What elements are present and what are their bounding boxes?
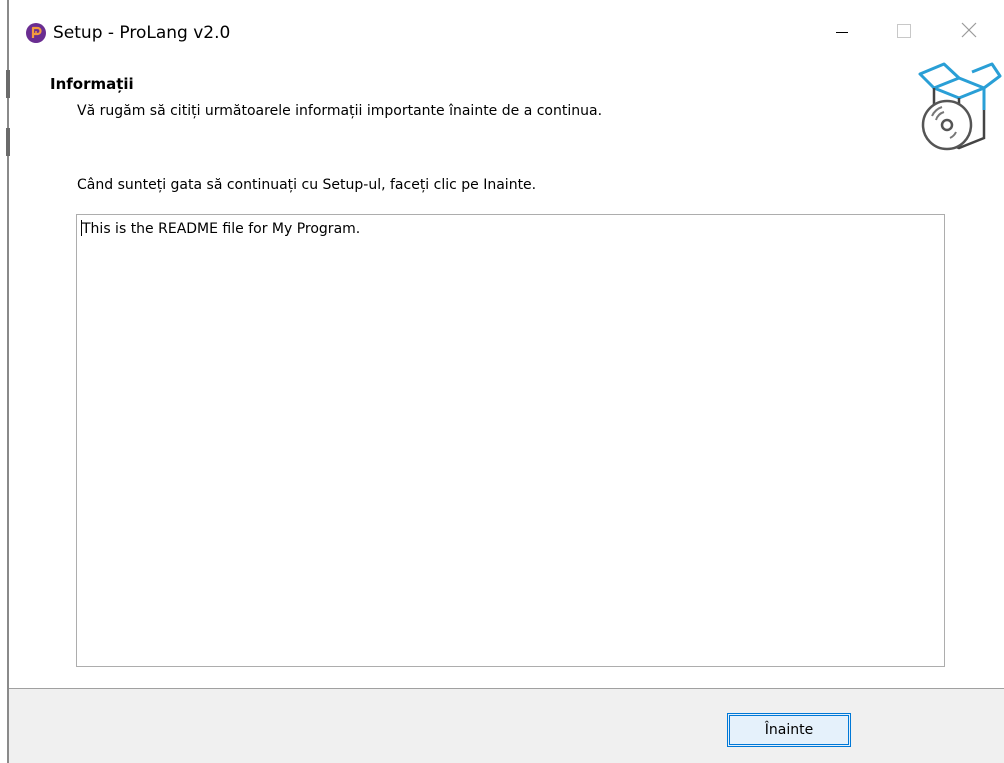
setup-window: Setup - ProLang v2.0 Informații Vă rugăm… [0, 0, 1004, 763]
readme-content: This is the README file for My Program. [82, 221, 361, 237]
prolang-logo-icon [26, 23, 46, 43]
window-edge-mark [6, 128, 10, 156]
page-description: Vă rugăm să citiți următoarele informați… [77, 103, 603, 119]
close-button[interactable] [946, 10, 992, 54]
window-left-border [7, 0, 9, 763]
button-bar: Înainte [9, 688, 1004, 763]
software-box-disc-icon [914, 50, 1004, 160]
instruction-text: Când sunteți gata să continuați cu Setup… [77, 177, 537, 193]
window-edge-mark [6, 70, 10, 98]
title-bar[interactable]: Setup - ProLang v2.0 [9, 0, 1004, 60]
close-icon [961, 22, 977, 42]
window-title: Setup - ProLang v2.0 [53, 23, 231, 43]
minimize-button[interactable] [819, 10, 865, 54]
next-button[interactable]: Înainte [727, 713, 851, 747]
minimize-icon [836, 23, 848, 42]
maximize-button[interactable] [881, 10, 927, 54]
readme-textbox[interactable]: This is the README file for My Program. [76, 214, 945, 667]
page-title: Informații [50, 75, 134, 93]
maximize-icon [897, 23, 911, 42]
